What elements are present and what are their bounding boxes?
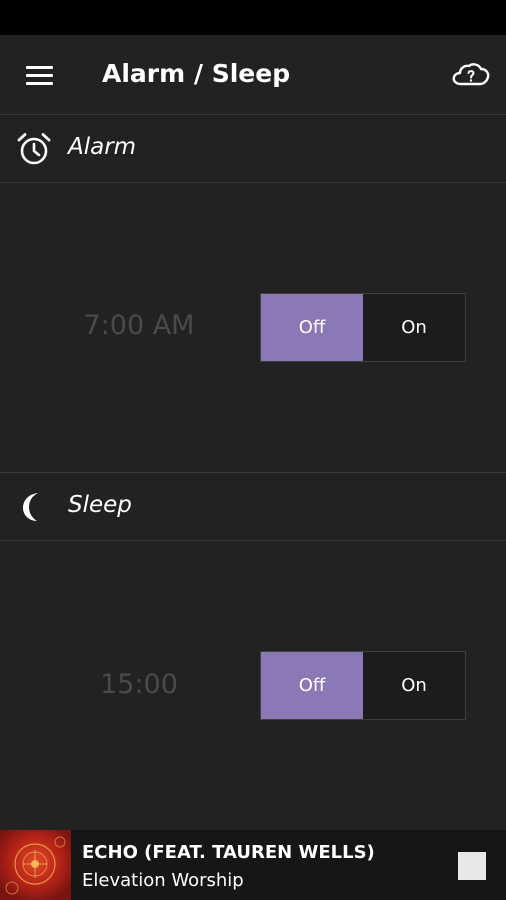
- alarm-toggle: Off On: [260, 293, 466, 362]
- page-title: Alarm / Sleep: [102, 59, 291, 88]
- hamburger-menu-icon: [26, 65, 53, 69]
- album-art: [0, 830, 71, 900]
- alarm-on-button[interactable]: On: [363, 294, 465, 361]
- alarm-clock-icon: [17, 133, 51, 165]
- app-bar: Alarm / Sleep: [0, 35, 506, 115]
- sleep-on-button[interactable]: On: [363, 652, 465, 719]
- alarm-off-button[interactable]: Off: [261, 294, 363, 361]
- alarm-section-header: Alarm: [0, 115, 506, 183]
- alarm-section-body: 7:00 AM Off On: [0, 183, 506, 472]
- cloud-button[interactable]: [450, 59, 492, 91]
- sleep-toggle: Off On: [260, 651, 466, 720]
- status-bar: [0, 0, 506, 35]
- sleep-section-body: 15:00 Off On: [0, 541, 506, 830]
- alarm-section-label: Alarm: [68, 134, 137, 160]
- sleep-section-label: Sleep: [68, 492, 132, 518]
- stop-icon[interactable]: [458, 852, 486, 880]
- cloud-question-icon: [452, 63, 490, 86]
- alarm-time[interactable]: 7:00 AM: [40, 310, 238, 341]
- now-playing-bar[interactable]: ECHO (FEAT. TAUREN WELLS) Elevation Wors…: [0, 830, 506, 900]
- menu-button[interactable]: [18, 57, 62, 93]
- sleep-time[interactable]: 15:00: [40, 669, 238, 700]
- track-title: ECHO (FEAT. TAUREN WELLS): [82, 842, 375, 863]
- track-artist: Elevation Worship: [82, 870, 244, 891]
- sleep-off-button[interactable]: Off: [261, 652, 363, 719]
- sleep-section-header: Sleep: [0, 473, 506, 541]
- crescent-moon-icon: [23, 493, 38, 521]
